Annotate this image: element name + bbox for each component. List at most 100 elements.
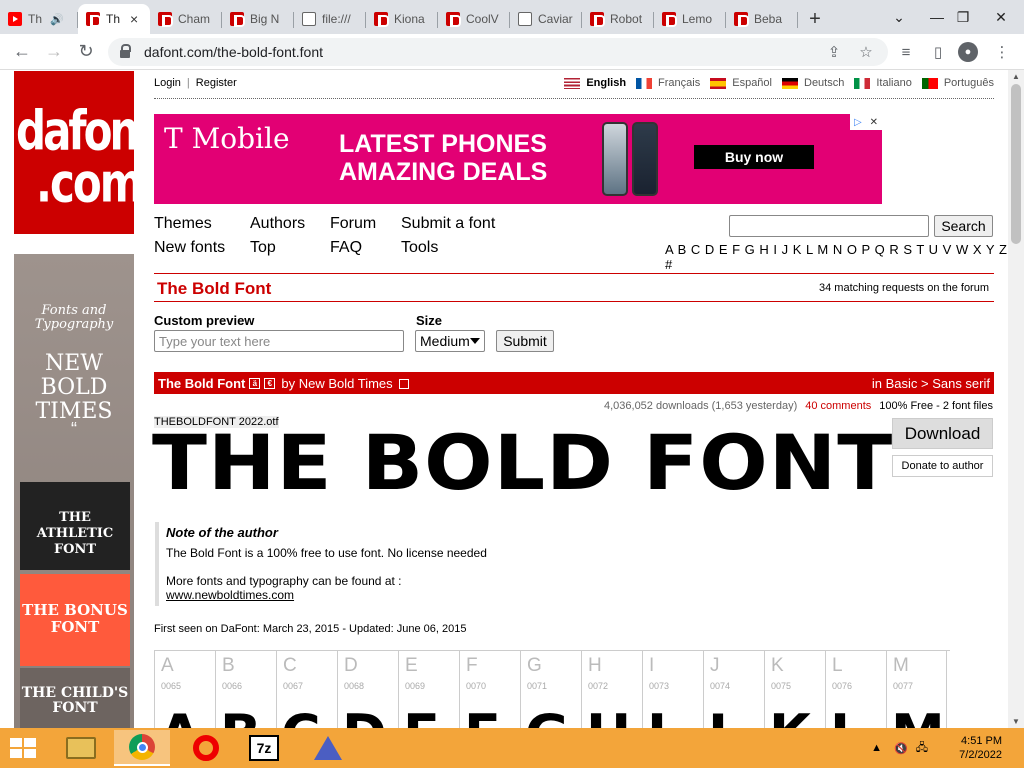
lang-english[interactable]: English (564, 77, 626, 89)
login-link[interactable]: Login (154, 77, 181, 89)
vertical-scrollbar[interactable]: ▲ ▼ (1008, 70, 1024, 728)
nav-tools[interactable]: Tools (401, 239, 551, 263)
submit-button[interactable]: Submit (496, 330, 554, 352)
euro-icon: € (264, 378, 276, 389)
file-explorer-icon[interactable] (56, 730, 106, 766)
char-cell[interactable]: H0072H (581, 651, 642, 728)
app-triangle-icon[interactable] (300, 730, 356, 766)
spain-flag-icon (710, 77, 727, 89)
size-select[interactable]: Medium (415, 330, 485, 352)
browser-tab[interactable]: Beba (726, 4, 798, 34)
media-controls-icon[interactable]: ≡ (894, 40, 918, 64)
char-cell[interactable]: A0065A (154, 651, 215, 728)
forum-requests-link[interactable]: 34 matching requests on the forum (819, 282, 989, 294)
back-arrow-icon[interactable]: ← (6, 36, 38, 68)
nav-submit-font[interactable]: Submit a font (401, 215, 551, 239)
char-cell[interactable]: J0074J (703, 651, 764, 728)
browser-tab[interactable]: Caviar (510, 4, 582, 34)
side-panel-icon[interactable]: ▯ (926, 40, 950, 64)
side-advertisement[interactable]: Fonts and Typography NEW BOLD TIMES “ TH… (14, 254, 134, 728)
ad-brand: T Mobile (164, 122, 290, 155)
char-cell[interactable]: G0071G (520, 651, 581, 728)
dafont-icon (446, 12, 461, 27)
lang-german[interactable]: Deutsch (782, 77, 844, 89)
close-tab-icon[interactable]: × (130, 11, 138, 27)
font-name-link[interactable]: The Bold Font (158, 376, 245, 391)
forward-arrow-icon[interactable]: → (38, 36, 70, 68)
browser-tab[interactable]: Robot (582, 4, 654, 34)
close-window-icon[interactable]: ✕ (978, 0, 1024, 34)
category-link[interactable]: in Basic > Sans serif (872, 376, 990, 391)
ad-bonus-font[interactable]: THE BONUS FONT (20, 574, 130, 666)
accent-a-icon: ä (249, 378, 261, 389)
char-cell[interactable]: F0070F (459, 651, 520, 728)
browser-tab-active[interactable]: Th × (78, 4, 150, 34)
lang-french[interactable]: Français (636, 77, 700, 89)
char-cell[interactable]: I0073I (642, 651, 703, 728)
char-cell[interactable]: M0077M (886, 651, 947, 728)
share-icon[interactable]: ⇪ (822, 40, 846, 64)
top-links: Login | Register English Français Español … (154, 77, 994, 89)
author-link[interactable]: by New Bold Times (281, 376, 392, 391)
volume-muted-icon[interactable]: 🔇 (894, 742, 908, 755)
search-button[interactable]: Search (934, 215, 993, 237)
comments-link[interactable]: 40 comments (805, 400, 871, 412)
scroll-down-icon[interactable]: ▼ (1012, 717, 1020, 726)
nav-new-fonts[interactable]: New fonts (154, 239, 250, 263)
menu-dots-icon[interactable]: ⋮ (990, 40, 1014, 64)
address-bar[interactable]: dafont.com/the-bold-font.font (108, 38, 888, 66)
char-cell[interactable]: K0075K (764, 651, 825, 728)
reload-icon[interactable]: ↻ (70, 36, 102, 68)
dafont-logo[interactable]: dafont .com (14, 71, 157, 234)
windows-start-icon[interactable] (10, 738, 38, 758)
search-input[interactable] (729, 215, 929, 237)
nav-themes[interactable]: Themes (154, 215, 250, 239)
new-tab-button[interactable]: + (798, 4, 832, 34)
char-cell[interactable]: D0068D (337, 651, 398, 728)
author-website-link[interactable]: www.newboldtimes.com (166, 588, 294, 602)
network-icon[interactable]: 🖧 (916, 739, 928, 758)
lang-spanish[interactable]: Español (710, 77, 772, 89)
adchoices-icon[interactable]: ▷ ✕ (850, 114, 882, 130)
browser-tab[interactable]: Th 🔊 (0, 4, 78, 34)
lang-italian[interactable]: Italiano (854, 77, 912, 89)
nav-top[interactable]: Top (250, 239, 330, 263)
clock[interactable]: 4:51 PM 7/2/2022 (942, 734, 1002, 762)
char-cell[interactable]: C0067C (276, 651, 337, 728)
web-page: dafont .com Fonts and Typography NEW BOL… (0, 70, 1008, 728)
donate-button[interactable]: Donate to author (892, 455, 993, 477)
browser-tab[interactable]: Big N (222, 4, 294, 34)
register-link[interactable]: Register (196, 77, 237, 89)
nav-authors[interactable]: Authors (250, 215, 330, 239)
dafont-icon (158, 12, 173, 27)
char-cell[interactable]: E0069E (398, 651, 459, 728)
ad-athletic-font[interactable]: THE ATHLETIC FONT (20, 482, 130, 570)
browser-tab[interactable]: CoolV (438, 4, 510, 34)
char-cell[interactable]: L0076L (825, 651, 886, 728)
browser-tab[interactable]: Kiona (366, 4, 438, 34)
nav-forum[interactable]: Forum (330, 215, 401, 239)
custom-preview-input[interactable]: Type your text here (154, 330, 404, 352)
tray-overflow-icon[interactable]: ▲ (871, 742, 882, 754)
bookmark-star-icon[interactable]: ☆ (854, 40, 878, 64)
ad-childs-font[interactable]: THE CHILD'S FONT (20, 668, 130, 728)
buy-now-button[interactable]: Buy now (694, 145, 814, 169)
nav-faq[interactable]: FAQ (330, 239, 401, 263)
browser-tab[interactable]: Cham (150, 4, 222, 34)
download-button[interactable]: Download (892, 418, 993, 449)
browser-tab[interactable]: Lemo (654, 4, 726, 34)
external-link-icon[interactable] (398, 378, 409, 389)
lang-portuguese[interactable]: Português (921, 77, 994, 89)
profile-avatar-icon[interactable]: ● (958, 42, 978, 62)
char-cell[interactable]: B0066B (215, 651, 276, 728)
browser-tab[interactable]: file:/// (294, 4, 366, 34)
opera-icon[interactable] (178, 730, 234, 766)
tmobile-banner-ad[interactable]: T Mobile LATEST PHONES AMAZING DEALS Buy… (154, 114, 882, 204)
7zip-icon[interactable]: 7z (240, 730, 288, 766)
font-preview: THE BOLD FONT (152, 418, 894, 507)
scrollbar-thumb[interactable] (1011, 84, 1021, 244)
chrome-icon[interactable] (114, 730, 170, 766)
alphabet-index[interactable]: A B C D E F G H I J K L M N O P Q R S T … (665, 242, 1008, 272)
speaker-icon[interactable]: 🔊 (50, 13, 64, 26)
scroll-up-icon[interactable]: ▲ (1012, 72, 1020, 81)
